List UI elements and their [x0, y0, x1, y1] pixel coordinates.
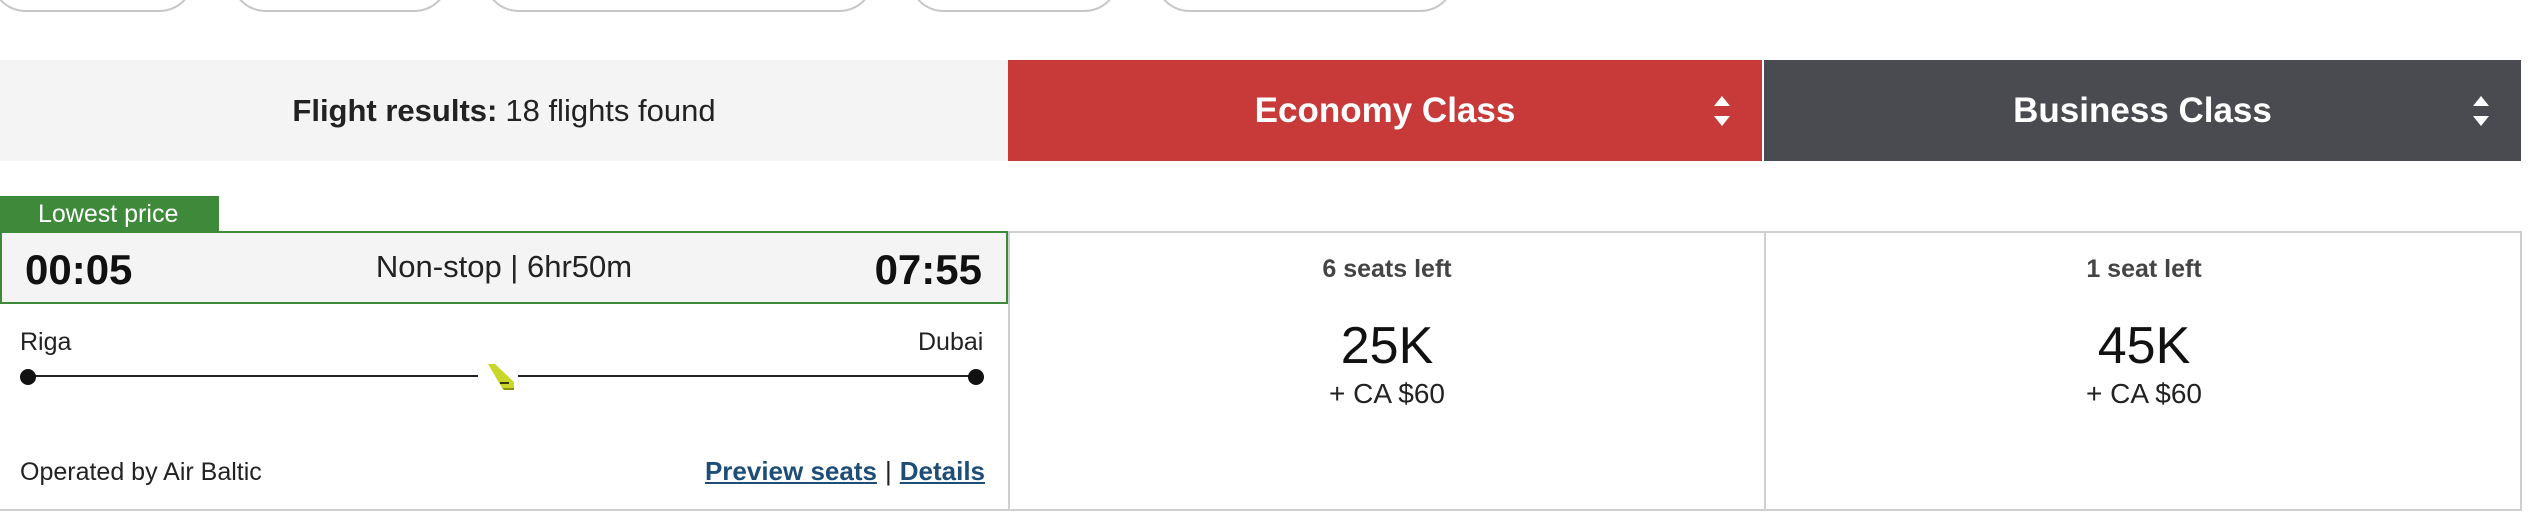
preview-seats-link[interactable]: Preview seats	[705, 456, 877, 486]
economy-class-column[interactable]: Economy Class	[1008, 60, 1762, 161]
economy-cash-price: + CA $60	[1329, 378, 1445, 409]
flight-links: Preview seats | Details	[705, 456, 985, 487]
filter-pill[interactable]	[483, 0, 875, 12]
business-cash-price: + CA $60	[2086, 378, 2202, 409]
destination-city: Dubai	[918, 328, 984, 356]
filter-pill[interactable]	[908, 0, 1120, 12]
economy-fare-cell[interactable]: 6 seats left 25K + CA $60	[1010, 231, 1764, 511]
sort-arrows-icon[interactable]	[2473, 96, 2489, 126]
flight-times: Non-stop | 6hr50m 00:05 07:55	[0, 231, 1008, 304]
results-summary: Flight results: 18 flights found	[0, 60, 1008, 161]
lowest-price-badge: Lowest price	[0, 196, 219, 232]
filter-pill[interactable]	[0, 0, 195, 12]
link-separator: |	[884, 456, 892, 486]
filter-pill[interactable]	[1154, 0, 1456, 12]
economy-points-price: 25K	[1340, 317, 1434, 375]
departure-time: 00:05	[25, 246, 133, 293]
details-link[interactable]: Details	[900, 456, 985, 486]
business-seats-left: 1 seat left	[2086, 255, 2202, 283]
origin-city: Riga	[20, 328, 72, 356]
business-class-column[interactable]: Business Class	[1764, 60, 2521, 161]
origin-dot	[20, 369, 36, 385]
business-points-price: 45K	[2097, 317, 2191, 375]
business-class-label: Business Class	[2013, 90, 2272, 130]
airplane-icon	[488, 364, 514, 390]
destination-dot	[968, 369, 984, 385]
results-count: 18 flights found	[505, 92, 716, 128]
sort-arrows-icon[interactable]	[1714, 96, 1730, 126]
results-header: Flight results: 18 flights found Economy…	[0, 60, 2530, 161]
economy-seats-left: 6 seats left	[1322, 255, 1452, 283]
arrival-time: 07:55	[874, 246, 982, 293]
filter-bar	[0, 0, 2530, 14]
economy-class-label: Economy Class	[1254, 90, 1516, 130]
flight-duration: Non-stop | 6hr50m	[375, 249, 633, 284]
filter-pill[interactable]	[230, 0, 450, 12]
operator-text: Operated by Air Baltic	[20, 458, 262, 486]
results-label: Flight results:	[292, 92, 498, 128]
business-fare-cell[interactable]: 1 seat left 45K + CA $60	[1766, 231, 2522, 511]
